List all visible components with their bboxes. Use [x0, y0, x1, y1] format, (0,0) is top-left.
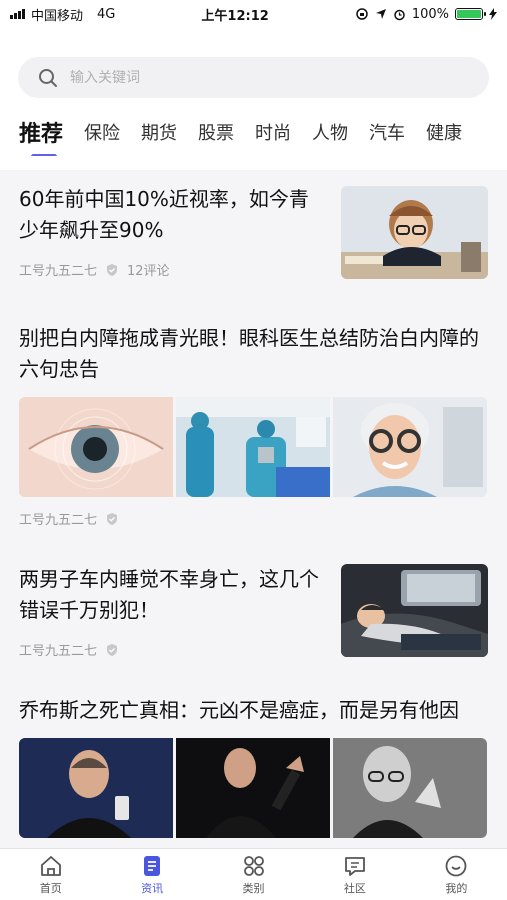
nav-home[interactable]: 首页 [0, 849, 101, 900]
profile-icon [445, 855, 467, 876]
jobs-photo-1 [19, 738, 173, 838]
search-bar[interactable] [18, 57, 489, 98]
article-title[interactable]: 60年前中国10%近视率，如今青少年飙升至90% [19, 184, 319, 246]
article-thumbnail [341, 564, 488, 657]
tab-auto[interactable]: 汽车 [369, 119, 405, 145]
battery-percent: 100% [411, 6, 449, 22]
article-meta: 工号九五二七 [19, 640, 329, 659]
network-label: 4G [97, 6, 116, 22]
carrier-label: 中国移动 [31, 8, 84, 24]
article-title[interactable]: 两男子车内睡觉不幸身亡，这几个错误千万别犯！ [19, 564, 329, 626]
status-bar: 中国移动 4G 上午12:12 100% [0, 0, 507, 28]
article-card[interactable]: 别把白内障拖成青光眼！眼科医生总结防治白内障的六句忠告 工号九五二七 [0, 279, 507, 528]
eye-image [19, 397, 173, 497]
news-feed[interactable]: 60年前中国10%近视率，如今青少年飙升至90% 工号九五二七 12评论 别把白… [0, 170, 507, 848]
tab-fashion[interactable]: 时尚 [255, 119, 291, 145]
nav-profile[interactable]: 我的 [406, 849, 507, 900]
signal-icon [10, 9, 25, 19]
article-card[interactable]: 60年前中国10%近视率，如今青少年飙升至90% 工号九五二七 12评论 [0, 170, 507, 279]
alarm-icon [394, 9, 405, 20]
article-title[interactable]: 别把白内障拖成青光眼！眼科医生总结防治白内障的六句忠告 [19, 323, 488, 385]
tab-people[interactable]: 人物 [312, 119, 348, 145]
article-image-row [19, 397, 488, 497]
comment-count: 12评论 [127, 264, 170, 279]
nav-news[interactable]: 资讯 [101, 849, 202, 900]
article-meta: 工号九五二七 12评论 [19, 260, 319, 279]
community-icon [345, 856, 365, 876]
tab-stocks[interactable]: 股票 [198, 119, 234, 145]
tab-insurance[interactable]: 保险 [84, 119, 120, 145]
article-card[interactable]: 乔布斯之死亡真相：元凶不是癌症，而是另有他因 [0, 659, 507, 838]
category-icon [243, 855, 264, 876]
verified-icon [107, 512, 118, 525]
article-thumbnail [341, 186, 488, 279]
jobs-photo-2 [176, 738, 330, 838]
nav-label: 社区 [343, 881, 366, 895]
home-icon [40, 855, 61, 876]
news-icon [144, 855, 161, 876]
nav-label: 资讯 [141, 881, 164, 895]
category-tabs: 推荐 保险 期货 股票 时尚 人物 汽车 健康 [0, 108, 507, 156]
tab-recommend[interactable]: 推荐 [19, 116, 63, 156]
jobs-photo-3 [333, 738, 487, 838]
clock: 上午12:12 [201, 8, 269, 24]
charging-icon [489, 8, 497, 20]
article-card[interactable]: 两男子车内睡觉不幸身亡，这几个错误千万别犯！ 工号九五二七 [0, 528, 507, 659]
search-input[interactable] [70, 69, 489, 86]
nav-label: 首页 [39, 881, 62, 895]
article-image-row [19, 738, 488, 838]
search-icon [39, 68, 57, 87]
article-title[interactable]: 乔布斯之死亡真相：元凶不是癌症，而是另有他因 [19, 695, 488, 726]
author-name[interactable]: 工号九五二七 [19, 640, 97, 659]
bottom-nav: 首页 资讯 类别 社区 我的 [0, 848, 507, 900]
rotation-lock-icon [356, 8, 368, 20]
author-name[interactable]: 工号九五二七 [19, 260, 97, 279]
battery-icon [455, 8, 486, 20]
tab-health[interactable]: 健康 [426, 119, 462, 145]
tab-futures[interactable]: 期货 [141, 119, 177, 145]
author-name[interactable]: 工号九五二七 [19, 509, 97, 528]
nav-label: 我的 [445, 881, 468, 895]
article-meta: 工号九五二七 [19, 509, 488, 528]
nav-category[interactable]: 类别 [203, 849, 304, 900]
nav-label: 类别 [242, 881, 265, 895]
elderly-woman-image [333, 397, 487, 497]
nav-community[interactable]: 社区 [304, 849, 405, 900]
verified-icon [107, 263, 118, 276]
verified-icon [107, 643, 118, 656]
location-icon [375, 9, 386, 19]
surgery-image [176, 397, 330, 497]
